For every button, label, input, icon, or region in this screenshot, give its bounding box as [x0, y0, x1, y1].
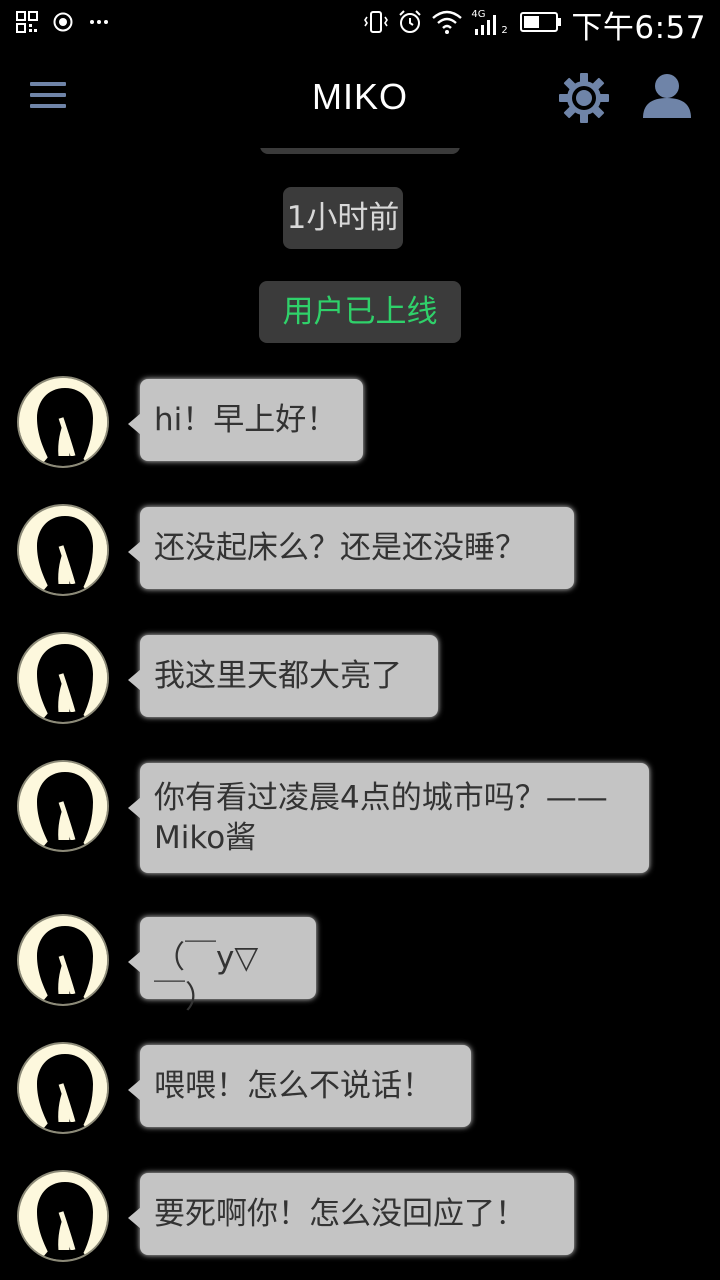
avatar[interactable]	[17, 1042, 109, 1134]
status-right-icons: 4G 2 下午6:57	[363, 6, 706, 46]
settings-button[interactable]	[558, 72, 610, 124]
avatar[interactable]	[17, 1170, 109, 1262]
message-bubble[interactable]: 我这里天都大亮了	[128, 635, 438, 717]
user-icon	[643, 74, 691, 118]
message-bubble[interactable]: 要死啊你！怎么没回应了！	[128, 1173, 574, 1255]
time-divider: 1小时前	[283, 187, 403, 249]
message-bubble[interactable]: （￣y▽￣）	[128, 917, 316, 1016]
avatar[interactable]	[17, 760, 109, 852]
avatar[interactable]	[17, 632, 109, 724]
qr-scan-icon	[16, 11, 38, 37]
chat-title: MIKO	[311, 76, 408, 117]
more-dots-icon	[88, 11, 110, 37]
avatar[interactable]	[17, 914, 109, 1006]
record-icon	[52, 11, 74, 37]
status-bar: 4G 2 下午6:57	[0, 0, 720, 48]
alarm-icon	[397, 9, 423, 39]
app-header: MIKO	[0, 48, 720, 148]
wifi-icon	[431, 9, 463, 39]
message-bubble[interactable]: hi！早上好！	[128, 379, 363, 461]
avatar[interactable]	[17, 504, 109, 596]
signal-icon: 4G 2	[471, 9, 511, 39]
avatar[interactable]	[17, 376, 109, 468]
gear-icon	[559, 73, 609, 123]
chat-area[interactable]: 1小时前 用户已上线 hi！早上好！ 还没起床么？还是还没睡？ 我这里天都大亮了…	[0, 148, 720, 1280]
vibrate-icon	[363, 9, 389, 39]
message-bubble[interactable]: 你有看过凌晨4点的城市吗？——Miko酱	[128, 763, 649, 873]
message-bubble[interactable]: 喂喂！怎么不说话！	[128, 1045, 471, 1127]
status-time: 下午6:57	[571, 9, 706, 46]
profile-button[interactable]	[640, 72, 694, 120]
sim-slot-label: 2	[501, 25, 508, 36]
battery-icon	[519, 9, 563, 39]
online-status-pill: 用户已上线	[259, 281, 461, 343]
message-bubble[interactable]: 还没起床么？还是还没睡？	[128, 507, 574, 589]
status-left-icons	[16, 10, 110, 38]
previous-system-pill	[260, 148, 460, 154]
